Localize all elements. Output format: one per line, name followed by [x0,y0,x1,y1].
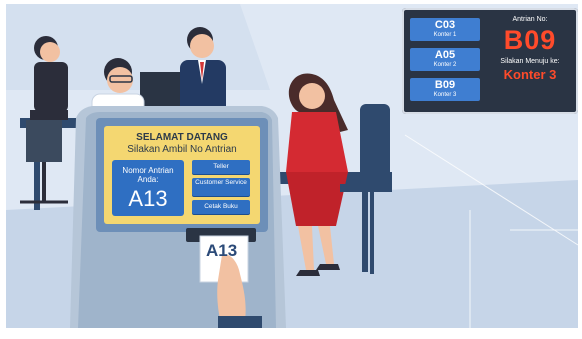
queue-number-label: Antrian No: [512,16,548,23]
kiosk-screen: SELAMAT DATANG Silakan Ambil No Antrian … [104,126,260,224]
queue-tile-code: A05 [434,49,456,61]
queue-tile-code: B09 [434,79,456,91]
kiosk-panel-line2: Anda: [137,175,159,184]
kiosk-title: SELAMAT DATANG [136,132,228,143]
customer-service-button[interactable]: Customer Service [192,178,250,196]
go-to-label: Silakan Menuju ke: [500,58,560,65]
kiosk-number-panel: Nomor Antrian Anda: A13 [112,160,184,216]
queue-tile-c03: C03 Konter 1 [410,18,480,41]
queue-tile-counter: Konter 2 [433,62,457,68]
kiosk-panel-line1: Nomor Antrian [122,166,174,175]
ticket-number: A13 [206,241,238,260]
kiosk-subtitle: Silakan Ambil No Antrian [127,144,237,155]
current-queue-panel: Antrian No: B09 Silakan Menuju ke: Konte… [486,16,574,82]
bank-queue-illustration: C03 Konter 1 A05 Konter 2 B09 Konter 3 A… [0,0,582,339]
queue-tile-counter: Konter 1 [433,32,457,38]
queue-tile-code: C03 [434,19,456,31]
current-queue-number: B09 [503,25,557,55]
queue-tile-b09: B09 Konter 3 [410,78,480,101]
queue-tile-a05: A05 Konter 2 [410,48,480,71]
queue-display-board: C03 Konter 1 A05 Konter 2 B09 Konter 3 A… [402,8,578,114]
go-to-counter: Konter 3 [503,67,557,82]
kiosk-queue-number: A13 [128,186,168,211]
teller-button[interactable]: Teller [192,160,250,174]
cetak-buku-button[interactable]: Cetak Buku [192,200,250,214]
queue-tile-counter: Konter 3 [433,92,457,98]
